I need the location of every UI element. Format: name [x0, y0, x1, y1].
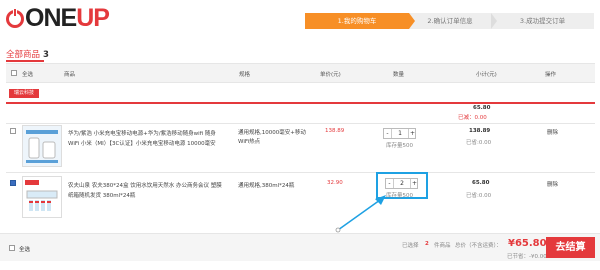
cart-footer: 全选 已选择 2 件商品 总价（不含运费）： ¥65.80 已节省：-¥0.00 — [0, 233, 600, 261]
decrease-button[interactable]: - — [384, 129, 392, 138]
total-saved: 已节省：-¥0.00 — [507, 254, 547, 260]
decrease-button[interactable]: - — [386, 179, 394, 188]
selected-suffix: 件商品 — [434, 243, 451, 249]
step-order-submitted: 3.成功提交订单 — [491, 13, 594, 29]
selected-prefix: 已选择 — [402, 243, 419, 249]
quantity-stepper: - 2 + — [385, 178, 418, 189]
product-price: 32.90 — [327, 180, 343, 186]
product-image[interactable] — [22, 125, 62, 167]
cart-count: 3 — [43, 50, 49, 60]
item-subtotal: 138.89 — [469, 128, 491, 134]
stock-label: 库存量500 — [386, 193, 413, 199]
quantity-input[interactable]: 2 — [394, 179, 410, 188]
product-image[interactable] — [22, 176, 62, 218]
item-subtotal: 65.80 — [472, 180, 490, 186]
select-all-checkbox[interactable] — [11, 70, 17, 76]
store-tag[interactable]: 瑞云科技 — [9, 89, 39, 98]
table-header: 全选 商品 规格 单价(元) 数量 小计(元) 操作 — [6, 63, 595, 83]
step-my-cart: 1.我的购物车 — [305, 13, 409, 29]
footer-select-all-label: 全选 — [19, 247, 31, 253]
step-confirm-order: 2.确认订单信息 — [409, 13, 491, 29]
delete-link[interactable]: 删除 — [547, 128, 558, 136]
store-saved: 已减：0.00 — [458, 115, 487, 121]
stock-label: 库存量500 — [386, 143, 413, 149]
annotation-arrow-icon — [335, 195, 386, 233]
quantity-input[interactable]: 1 — [392, 129, 408, 138]
step-arrow-icon — [409, 13, 415, 29]
header-action: 操作 — [545, 72, 557, 78]
increase-button[interactable]: + — [408, 129, 416, 138]
row-divider — [6, 172, 595, 173]
store-divider — [6, 102, 595, 104]
item-saved: 已省:0.00 — [466, 140, 492, 146]
logo-text-one: ONE — [25, 4, 77, 32]
logo-power-icon — [6, 8, 24, 28]
row-divider — [6, 123, 595, 124]
header-spec: 规格 — [239, 72, 251, 78]
total-label: 总价（不含运费）： — [455, 243, 502, 249]
selected-count: 2 — [425, 241, 429, 247]
title-underline — [6, 60, 44, 62]
product-spec: 通用规格,380ml*24瓶 — [238, 183, 295, 189]
item-checkbox[interactable] — [10, 180, 17, 196]
footer-select-all-checkbox[interactable] — [9, 245, 15, 251]
logo-text-up: UP — [76, 4, 110, 32]
logo[interactable]: ONEUP — [6, 4, 110, 33]
step-arrow-icon — [491, 13, 497, 29]
product-name[interactable]: 农夫山泉 农夫380*24盒 饮用水饮用天然水 办公商务会议 塑膜纸箱随机发货 … — [68, 181, 224, 201]
store-total: 65.80 — [473, 105, 491, 111]
header-select-all: 全选 — [22, 72, 34, 78]
quantity-stepper: - 1 + — [383, 128, 416, 139]
header-price: 单价(元) — [320, 72, 341, 78]
header-product: 商品 — [64, 72, 76, 78]
header-subtotal: 小计(元) — [476, 72, 497, 78]
total-amount: ¥65.80 — [508, 238, 547, 249]
product-name[interactable]: 华为/紫浩 小米充电宝移动电源+华为/紫浩移动随身wifi 随身WiFi 小米（… — [68, 129, 220, 149]
header-quantity: 数量 — [393, 72, 405, 78]
cart-title: 全部商品 3 — [6, 50, 49, 60]
item-checkbox[interactable] — [10, 128, 16, 134]
check-icon — [11, 191, 17, 196]
product-spec: 通用规格,10000毫安+移动WiFi热点 — [238, 130, 306, 145]
delete-link[interactable]: 删除 — [547, 180, 558, 188]
increase-button[interactable]: + — [410, 179, 418, 188]
checkout-button[interactable]: 去结算 — [546, 237, 595, 258]
product-price: 138.89 — [325, 128, 345, 134]
item-saved: 已省:0.00 — [466, 193, 492, 199]
